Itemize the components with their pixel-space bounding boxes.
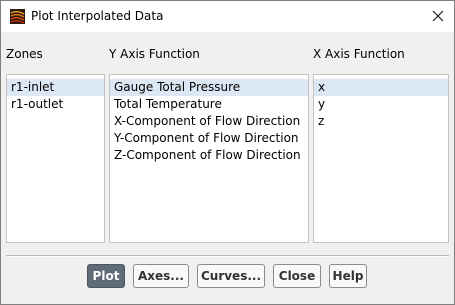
- window-title: Plot Interpolated Data: [31, 9, 164, 23]
- close-icon[interactable]: [426, 5, 450, 27]
- x-function-item-y[interactable]: y: [314, 96, 448, 113]
- button-separator: [6, 255, 449, 257]
- y-function-item[interactable]: Y-Component of Flow Direction: [110, 130, 308, 147]
- plot-button[interactable]: Plot: [87, 264, 125, 288]
- axes-button[interactable]: Axes...: [133, 264, 189, 288]
- close-button[interactable]: Close: [273, 264, 321, 288]
- x-function-item-x[interactable]: x: [314, 79, 448, 96]
- fluent-app-icon: [10, 9, 25, 24]
- y-function-item[interactable]: Gauge Total Pressure: [110, 79, 308, 96]
- zones-list[interactable]: r1-inlet r1-outlet: [6, 74, 105, 243]
- zones-label: Zones: [6, 47, 43, 61]
- y-function-item[interactable]: Total Temperature: [110, 96, 308, 113]
- y-axis-function-label: Y Axis Function: [109, 47, 200, 61]
- title-bar[interactable]: Plot Interpolated Data: [1, 1, 454, 32]
- x-function-item-z[interactable]: z: [314, 113, 448, 130]
- dialog-window: Plot Interpolated Data Zones Y Axis Func…: [0, 0, 455, 305]
- curves-button[interactable]: Curves...: [197, 264, 265, 288]
- x-axis-function-label: X Axis Function: [313, 47, 405, 61]
- y-function-item[interactable]: X-Component of Flow Direction: [110, 113, 308, 130]
- zone-item-r1-outlet[interactable]: r1-outlet: [7, 96, 104, 113]
- y-axis-function-list[interactable]: Gauge Total Pressure Total Temperature X…: [109, 74, 309, 243]
- x-axis-function-list[interactable]: x y z: [313, 74, 449, 243]
- y-function-item[interactable]: Z-Component of Flow Direction: [110, 147, 308, 164]
- help-button[interactable]: Help: [329, 264, 367, 288]
- zone-item-r1-inlet[interactable]: r1-inlet: [7, 79, 104, 96]
